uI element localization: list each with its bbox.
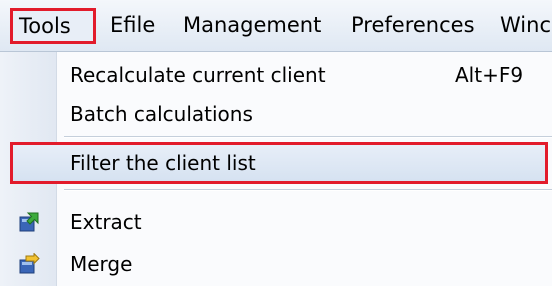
menu-item-recalculate-current-client[interactable]: Recalculate current client Alt+F9: [0, 55, 552, 95]
menu-separator: [64, 136, 552, 138]
menu-item-merge[interactable]: Merge: [0, 244, 552, 284]
menu-item-filter-the-client-list[interactable]: Filter the client list: [10, 142, 548, 184]
menu-item-batch-calculations[interactable]: Batch calculations: [0, 94, 552, 134]
menu-item-label: Batch calculations: [70, 102, 253, 126]
menu-item-label: Extract: [70, 210, 142, 234]
menu-window[interactable]: Winc: [500, 10, 551, 40]
tools-dropdown-menu: Recalculate current client Alt+F9 Batch …: [0, 52, 552, 286]
extract-icon: [18, 211, 40, 233]
menu-item-label: Merge: [70, 252, 133, 276]
merge-icon: [18, 252, 40, 275]
menu-management[interactable]: Management: [183, 10, 321, 40]
menu-separator: [64, 189, 552, 191]
menu-bar: Tools Efile Management Preferences Winc: [0, 0, 552, 52]
menu-item-label: Filter the client list: [70, 151, 256, 175]
menu-item-label: Recalculate current client: [70, 63, 326, 87]
menu-tools[interactable]: Tools: [10, 8, 96, 44]
menu-preferences[interactable]: Preferences: [351, 10, 475, 40]
menu-item-extract[interactable]: Extract: [0, 202, 552, 242]
menu-item-shortcut: Alt+F9: [455, 63, 524, 87]
menu-efile[interactable]: Efile: [110, 10, 155, 40]
